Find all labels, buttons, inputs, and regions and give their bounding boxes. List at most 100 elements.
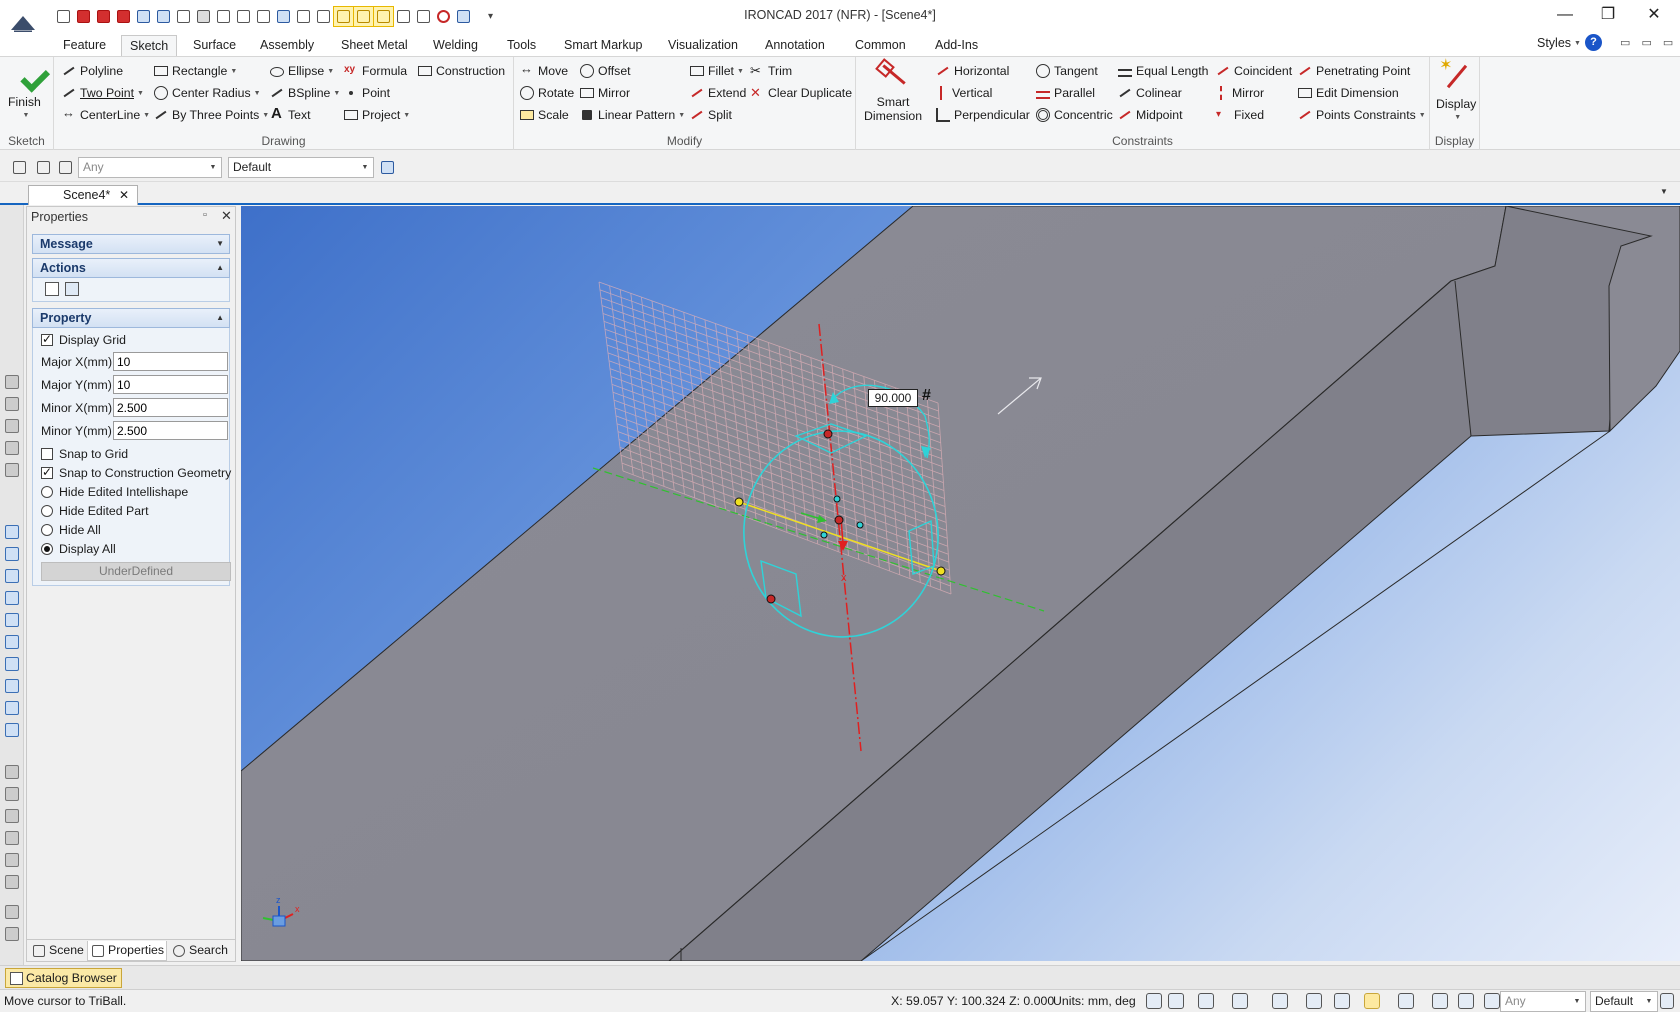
copy-icon[interactable] (414, 7, 433, 26)
snap-to-construction-row[interactable]: Snap to Construction Geometry (41, 464, 231, 482)
paste-icon[interactable] (274, 7, 293, 26)
tool-icon[interactable] (5, 787, 19, 801)
hierarchy-icon[interactable] (1660, 993, 1674, 1009)
coincident-button[interactable]: Coincident (1216, 61, 1292, 81)
offset-button[interactable]: Offset (580, 61, 631, 81)
midpoint-button[interactable]: Midpoint (1118, 105, 1182, 125)
select-tool-icon[interactable] (1432, 993, 1448, 1009)
dimension-lock-icon[interactable]: # (922, 387, 931, 405)
smartsnap-icon[interactable] (353, 5, 374, 27)
polyline-button[interactable]: Polyline (62, 61, 123, 81)
sketch-properties-icon[interactable] (65, 282, 79, 296)
minimize-button[interactable]: — (1545, 4, 1585, 26)
tab-smart-markup[interactable]: Smart Markup (556, 35, 651, 56)
tab-visualization[interactable]: Visualization (660, 35, 746, 56)
tool-icon[interactable] (5, 831, 19, 845)
snap-to-construction-checkbox[interactable] (41, 465, 53, 479)
new-scene-icon[interactable] (134, 7, 153, 26)
tab-feature[interactable]: Feature (55, 35, 114, 56)
view-orientation-icon[interactable] (1198, 993, 1214, 1009)
equal-length-button[interactable]: Equal Length (1118, 61, 1208, 81)
cylinder-shape-icon[interactable] (5, 547, 19, 561)
tab-surface[interactable]: Surface (185, 35, 244, 56)
catalog-item-icon[interactable] (5, 463, 19, 477)
filter-icon[interactable] (1484, 993, 1500, 1009)
redo-icon[interactable] (314, 7, 333, 26)
close-icon[interactable]: ✕ (221, 208, 232, 224)
style-combo[interactable]: Default ▼ (228, 157, 374, 178)
open-icon[interactable] (174, 7, 193, 26)
hide-all-radio[interactable] (41, 524, 53, 536)
point-button[interactable]: Point (344, 83, 390, 103)
shaded-view-icon[interactable] (1364, 993, 1380, 1009)
render-mode-icon[interactable] (1232, 993, 1248, 1009)
display-all-row[interactable]: Display All (41, 540, 116, 558)
handle-point[interactable] (834, 515, 844, 525)
status-style-combo[interactable]: Default ▼ (1590, 991, 1658, 1012)
concentric-button[interactable]: Concentric (1036, 105, 1113, 125)
cone-shape-icon[interactable] (5, 569, 19, 583)
styles-menu[interactable]: Styles ▼ (1537, 36, 1581, 50)
finish-button[interactable]: Finish ▼ (8, 61, 41, 123)
new-drawing-icon[interactable] (74, 7, 93, 26)
save-as-icon[interactable] (214, 7, 233, 26)
hole-shape-icon[interactable] (5, 679, 19, 693)
text-button[interactable]: Text (270, 105, 311, 125)
formula-button[interactable]: xy Formula (344, 61, 407, 81)
selection-filter-combo[interactable]: Any ▼ (78, 157, 222, 178)
glasses-icon[interactable] (1334, 993, 1350, 1009)
two-point-line-button[interactable]: Two Point ▼ (62, 83, 144, 103)
display-all-radio[interactable] (41, 543, 53, 555)
points-constraints-button[interactable]: Points Constraints ▼ (1298, 105, 1426, 125)
chevron-down-icon[interactable]: ▼ (1660, 187, 1668, 196)
filter-icon[interactable] (56, 158, 75, 177)
hierarchy-icon[interactable] (378, 158, 397, 177)
new-part-icon[interactable] (154, 7, 173, 26)
list-icon[interactable] (394, 7, 413, 26)
hide-all-row[interactable]: Hide All (41, 521, 101, 539)
ribbon-window-controls[interactable]: ▭ ▭ ▭ (1620, 36, 1677, 49)
close-button[interactable]: ✕ (1634, 4, 1674, 26)
tool-icon[interactable] (5, 853, 19, 867)
tube-shape-icon[interactable] (5, 701, 19, 715)
catalog-item-icon[interactable] (5, 441, 19, 455)
save-icon[interactable] (194, 7, 213, 26)
tangent-button[interactable]: Tangent (1036, 61, 1098, 81)
tab-scene4[interactable]: Scene4* ✕ (28, 185, 138, 205)
snap-to-grid-checkbox[interactable] (41, 448, 53, 460)
catalog-item-icon[interactable] (5, 375, 19, 389)
tab-assembly[interactable]: Assembly (252, 35, 322, 56)
trim-button[interactable]: ✂ Trim (750, 61, 792, 81)
camera-icon[interactable] (1272, 993, 1288, 1009)
3d-viewport[interactable]: x z x 90.000 # (241, 206, 1680, 961)
edit-dimension-button[interactable]: Edit Dimension (1298, 83, 1399, 103)
new-icon[interactable] (54, 7, 73, 26)
grid-snap-icon[interactable] (373, 5, 394, 27)
project-button[interactable]: Project ▼ (344, 105, 410, 125)
fixed-button[interactable]: ▾ Fixed (1216, 105, 1264, 125)
scale-button[interactable]: Scale (520, 105, 569, 125)
hide-edited-part-radio[interactable] (41, 505, 53, 517)
ellipse-button[interactable]: Ellipse ▼ (270, 61, 334, 81)
perpendicular-button[interactable]: Perpendicular (936, 105, 1030, 125)
hide-edited-intellishape-radio[interactable] (41, 486, 53, 498)
tab-annotation[interactable]: Annotation (757, 35, 833, 56)
tool-icon[interactable] (5, 905, 19, 919)
catalog-item-icon[interactable] (5, 397, 19, 411)
actions-section-header[interactable]: Actions ▲ (32, 258, 230, 278)
minor-y-input[interactable] (113, 421, 228, 440)
tab-tools[interactable]: Tools (499, 35, 544, 56)
message-section-header[interactable]: Message ▼ (32, 234, 230, 254)
triball-icon[interactable] (333, 5, 354, 27)
fillet-button[interactable]: Fillet ▼ (690, 61, 744, 81)
clear-duplicate-button[interactable]: ✕ Clear Duplicate (750, 83, 852, 103)
hide-edited-part-row[interactable]: Hide Edited Part (41, 502, 149, 520)
export-icon[interactable] (114, 7, 133, 26)
close-icon[interactable]: ✕ (119, 186, 129, 205)
section-icon[interactable] (1306, 993, 1322, 1009)
by-three-points-button[interactable]: By Three Points ▼ (154, 105, 269, 125)
mirror-button[interactable]: Mirror (580, 83, 630, 103)
help-button[interactable]: ? (1585, 34, 1602, 51)
tab-common[interactable]: Common (847, 35, 914, 56)
extend-button[interactable]: Extend (690, 83, 746, 103)
